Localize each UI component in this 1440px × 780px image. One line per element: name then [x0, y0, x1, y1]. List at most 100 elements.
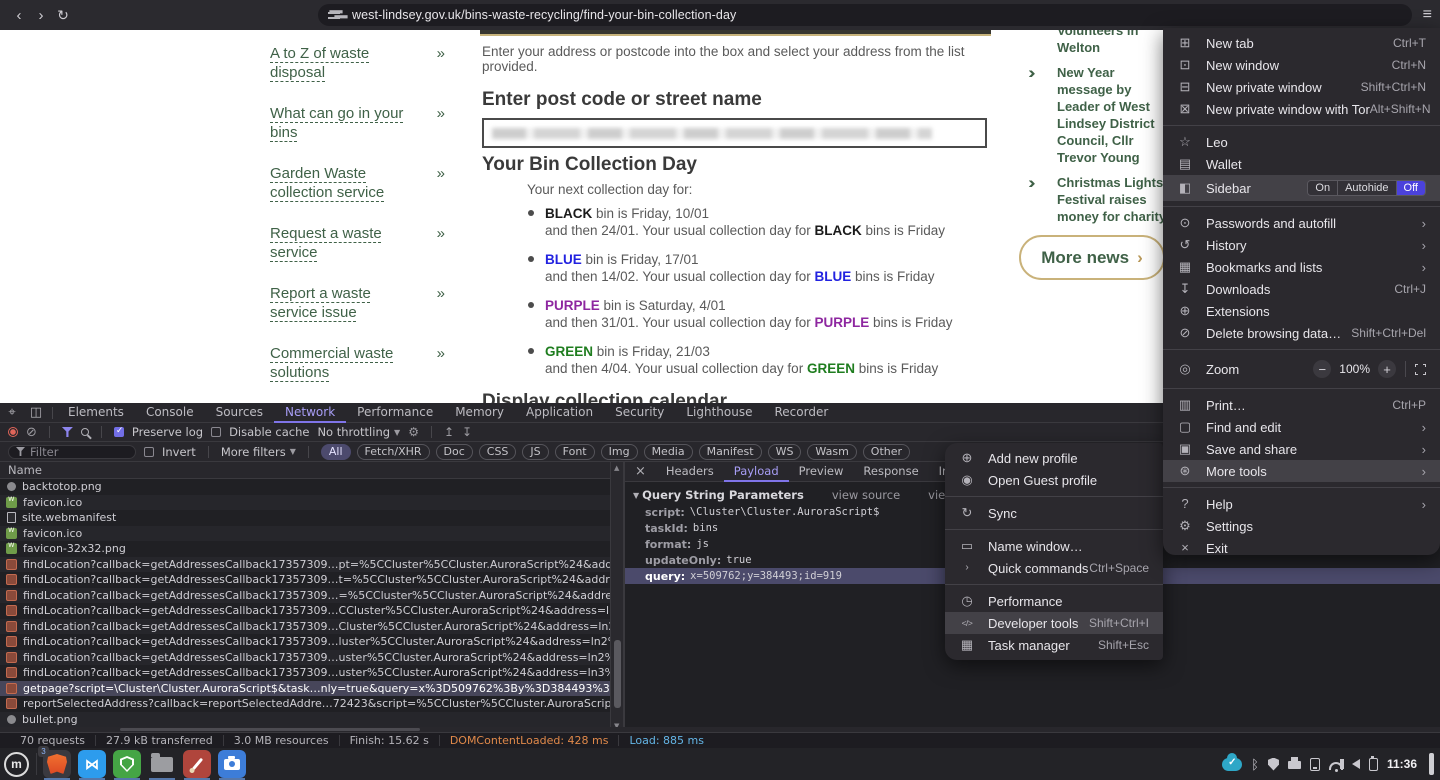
site-controls-icon[interactable]: [328, 10, 340, 20]
filter-icon[interactable]: [62, 427, 73, 437]
disable-cache-checkbox[interactable]: [211, 427, 221, 437]
news-item[interactable]: Volunteers in Welton: [1019, 30, 1179, 56]
address-input[interactable]: [482, 118, 987, 148]
request-row[interactable]: findLocation?callback=getAddressesCallba…: [0, 650, 610, 666]
devtools-tab[interactable]: Console: [135, 403, 205, 423]
export-har-icon[interactable]: ↧: [462, 425, 472, 439]
fullscreen-icon[interactable]: [1415, 364, 1426, 375]
sidebar-on-option[interactable]: On: [1308, 181, 1337, 195]
request-row[interactable]: findLocation?callback=getAddressesCallba…: [0, 634, 610, 650]
menu-item-new-private-window[interactable]: ⊟ New private windowShift+Ctrl+N: [1163, 76, 1440, 98]
battery-icon[interactable]: [1369, 758, 1378, 771]
devtools-tab[interactable]: Elements: [57, 403, 135, 423]
request-row[interactable]: findLocation?callback=getAddressesCallba…: [0, 619, 610, 635]
throttling-dropdown[interactable]: No throttling▼: [317, 425, 400, 439]
sidebar-waste-link[interactable]: Commercial waste solutions »: [270, 344, 445, 382]
request-type-chip[interactable]: Doc: [436, 444, 473, 460]
record-network-icon[interactable]: [8, 427, 18, 437]
menu-item-passwords[interactable]: ⊙ Passwords and autofill›: [1163, 212, 1440, 234]
menu-item-extensions[interactable]: ⊕ Extensions: [1163, 300, 1440, 322]
shield-app-taskbar-icon[interactable]: [113, 750, 141, 778]
menu-item-wallet[interactable]: ▤ Wallet: [1163, 153, 1440, 175]
devtools-tab[interactable]: Lighthouse: [675, 403, 763, 423]
menu-item-downloads[interactable]: ↧ DownloadsCtrl+J: [1163, 278, 1440, 300]
sidebar-waste-link[interactable]: What can go in your bins »: [270, 104, 445, 142]
brave-taskbar-icon[interactable]: 3: [43, 750, 71, 778]
devtools-tab[interactable]: Memory: [444, 403, 515, 423]
detail-tab[interactable]: Payload: [724, 462, 789, 482]
detail-tab[interactable]: Response: [853, 462, 928, 482]
menu-item-settings[interactable]: ⚙ Settings: [1163, 515, 1440, 537]
url-text[interactable]: west-lindsey.gov.uk/bins-waste-recycling…: [352, 8, 736, 22]
request-row[interactable]: backtotop.png: [0, 479, 610, 495]
request-type-chip[interactable]: Wasm: [807, 444, 856, 460]
detail-tab[interactable]: Headers: [656, 462, 724, 482]
request-row[interactable]: findLocation?callback=getAddressesCallba…: [0, 665, 610, 681]
show-desktop-button[interactable]: [1429, 753, 1434, 775]
zoom-in-button[interactable]: +: [1378, 360, 1396, 378]
invert-checkbox[interactable]: [144, 447, 154, 457]
request-row[interactable]: reportSelectedAddress?callback=reportSel…: [0, 696, 610, 712]
menu-item-leo[interactable]: ☆ Leo: [1163, 131, 1440, 153]
network-filter-input[interactable]: Filter: [8, 445, 136, 459]
menu-item-save-and-share[interactable]: ▣ Save and share›: [1163, 438, 1440, 460]
request-row[interactable]: getpage?script=\Cluster\Cluster.AuroraSc…: [0, 681, 610, 697]
menu-item-name-window[interactable]: ▭ Name window…: [945, 535, 1163, 557]
file-manager-taskbar-icon[interactable]: [148, 750, 176, 778]
request-row[interactable]: findLocation?callback=getAddressesCallba…: [0, 603, 610, 619]
request-type-chip[interactable]: All: [321, 444, 351, 460]
sidebar-autohide-option[interactable]: Autohide: [1337, 181, 1395, 195]
menu-item-sidebar[interactable]: ◧ Sidebar On Autohide Off: [1163, 175, 1440, 201]
cloud-sync-icon[interactable]: [1222, 758, 1242, 771]
menu-item-task-manager[interactable]: ▦ Task manager Shift+Esc: [945, 634, 1163, 656]
device-toolbar-icon[interactable]: ◫: [24, 405, 48, 420]
more-filters-dropdown[interactable]: More filters▼: [221, 445, 296, 459]
more-news-button[interactable]: More news ›: [1019, 235, 1165, 280]
firewall-shield-icon[interactable]: [1268, 758, 1279, 771]
mint-start-button[interactable]: m: [4, 752, 29, 777]
request-row[interactable]: favicon-32x32.png: [0, 541, 610, 557]
screenshot-taskbar-icon[interactable]: [218, 750, 246, 778]
printer-icon[interactable]: [1288, 761, 1301, 769]
menu-item-more-tools[interactable]: ⊛ More tools›: [1163, 460, 1440, 482]
request-type-chip[interactable]: Img: [601, 444, 638, 460]
news-item[interactable]: New Year message by Leader of West Linds…: [1019, 64, 1179, 166]
search-icon[interactable]: [81, 428, 89, 436]
menu-item-find-and-edit[interactable]: ▢ Find and edit›: [1163, 416, 1440, 438]
devtools-tab[interactable]: Performance: [346, 403, 444, 423]
request-row[interactable]: site.webmanifest: [0, 510, 610, 526]
expand-triangle-icon[interactable]: ▼: [633, 491, 639, 500]
forward-icon[interactable]: ›: [30, 7, 52, 24]
menu-item-new-tab[interactable]: ⊞ New tabCtrl+T: [1163, 32, 1440, 54]
sidebar-waste-link[interactable]: Garden Waste collection service »: [270, 164, 445, 202]
import-har-icon[interactable]: ↥: [444, 425, 454, 439]
menu-item-exit[interactable]: × Exit: [1163, 537, 1440, 559]
request-type-chip[interactable]: Font: [555, 444, 595, 460]
menu-item-add-new-profile[interactable]: ⊕ Add new profile: [945, 447, 1163, 469]
request-type-chip[interactable]: Other: [863, 444, 910, 460]
scrollbar-thumb[interactable]: [614, 640, 621, 708]
request-row[interactable]: bullet.png: [0, 712, 610, 728]
devtools-tab[interactable]: Sources: [205, 403, 274, 423]
close-icon[interactable]: ×: [625, 464, 656, 479]
sidebar-waste-link[interactable]: Report a waste service issue »: [270, 284, 445, 322]
name-column-header[interactable]: Name: [0, 462, 610, 479]
menu-item-open-guest-profile[interactable]: ◉ Open Guest profile: [945, 469, 1163, 491]
gimp-taskbar-icon[interactable]: [183, 750, 211, 778]
menu-item-quick-commands[interactable]: › Quick commands Ctrl+Space: [945, 557, 1163, 579]
sidebar-waste-link[interactable]: Request a waste service »: [270, 224, 445, 262]
devtools-tab[interactable]: Network: [274, 403, 346, 423]
inspect-element-icon[interactable]: ⌖: [0, 405, 24, 420]
request-row[interactable]: findLocation?callback=getAddressesCallba…: [0, 557, 610, 573]
request-type-chip[interactable]: CSS: [479, 444, 517, 460]
url-bar[interactable]: west-lindsey.gov.uk/bins-waste-recycling…: [318, 4, 1412, 26]
menu-item-new-tor-window[interactable]: ⊠ New private window with TorAlt+Shift+N: [1163, 98, 1440, 120]
request-list-scrollbar[interactable]: ▲ ▼: [610, 462, 623, 732]
back-icon[interactable]: ‹: [8, 7, 30, 24]
menu-item-sync[interactable]: ↻ Sync: [945, 502, 1163, 524]
clock[interactable]: 11:36: [1387, 757, 1417, 771]
menu-item-developer-tools[interactable]: </> Developer tools Shift+Ctrl+I: [945, 612, 1163, 634]
menu-icon[interactable]: ≡: [1423, 6, 1432, 24]
menu-item-delete-browsing-data[interactable]: ⊘ Delete browsing data…Shift+Ctrl+Del: [1163, 322, 1440, 344]
request-type-chip[interactable]: Media: [644, 444, 693, 460]
